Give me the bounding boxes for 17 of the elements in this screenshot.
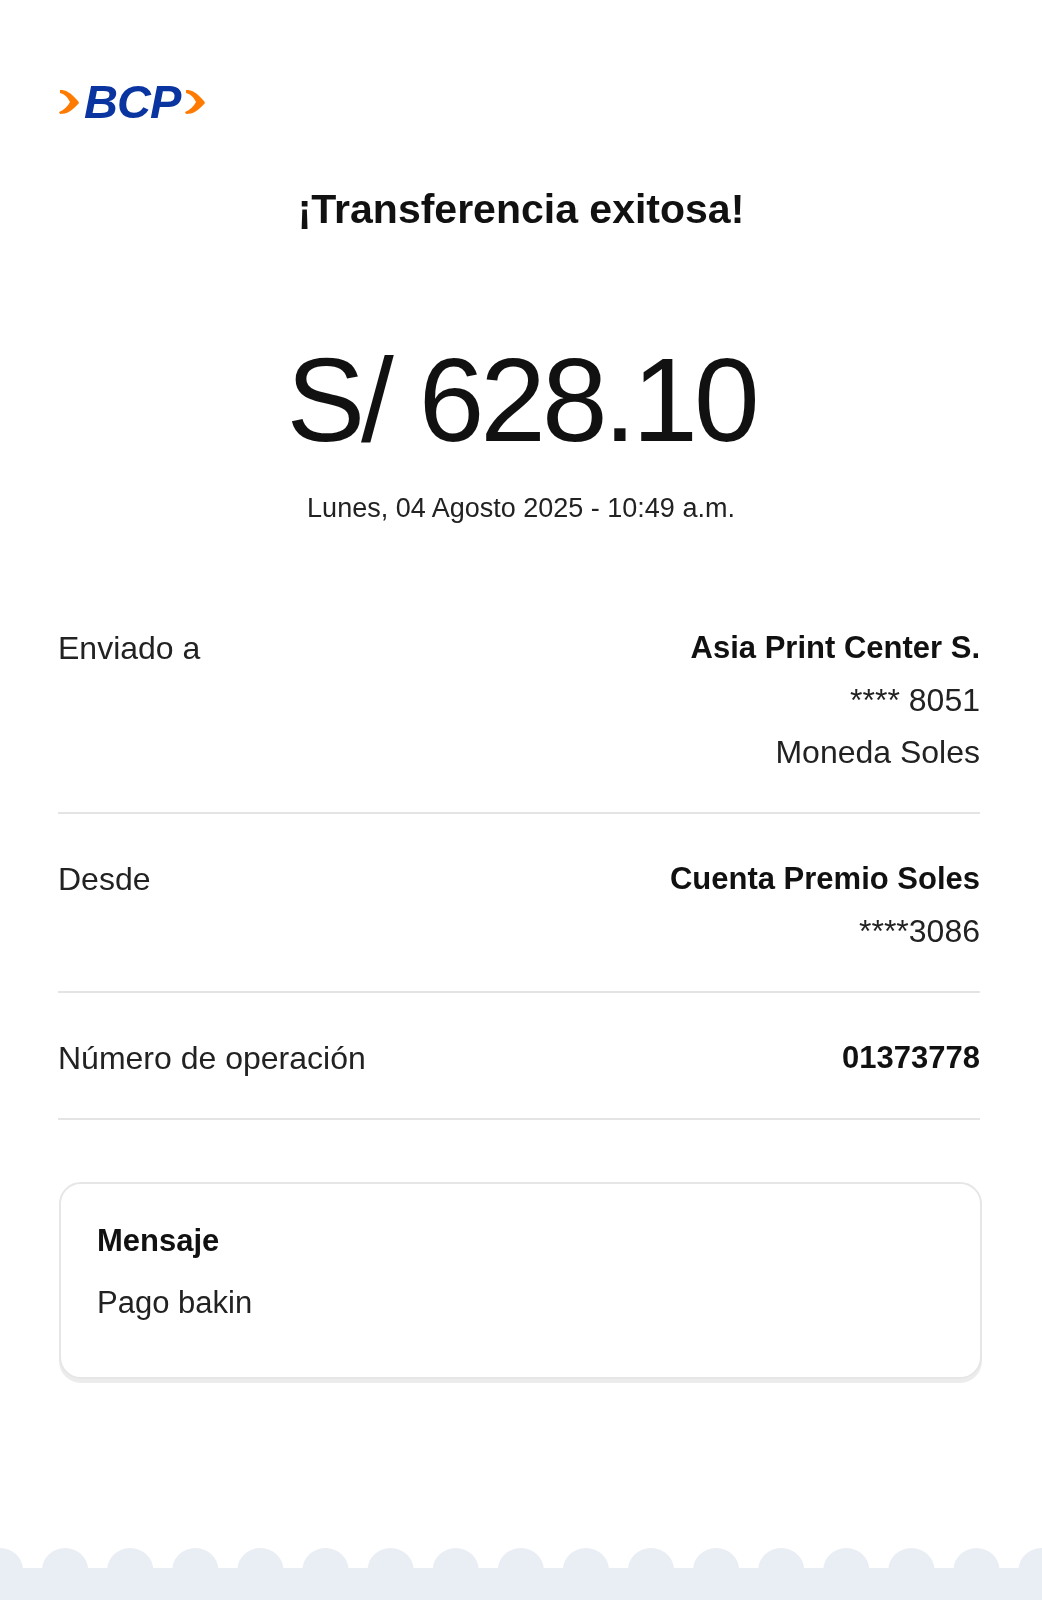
detail-label: Enviado a (58, 629, 201, 668)
detail-value: ****3086 (859, 912, 980, 951)
page-title: ¡Transferencia exitosa! (296, 185, 746, 234)
detail-value: Asia Print Center S. (690, 629, 980, 667)
detail-value: Moneda Soles (775, 733, 980, 772)
detail-label: Número de operación (58, 1039, 366, 1078)
message-heading: Mensaje (97, 1222, 220, 1260)
detail-value: 01373778 (842, 1039, 980, 1077)
detail-label: Desde (58, 860, 151, 899)
detail-value: Cuenta Premio Soles (669, 860, 980, 898)
chevron-icon (184, 89, 207, 115)
message-text: Pago bakin (97, 1284, 253, 1322)
chevron-icon (58, 89, 80, 115)
logo-wordmark: BCP (84, 82, 181, 122)
detail-value: **** 8051 (850, 681, 980, 720)
amount-text: S/ 628.10 (285, 341, 757, 459)
date-time-text: Lunes, 04 Agosto 2025 - 10:49 a.m. (306, 492, 736, 525)
